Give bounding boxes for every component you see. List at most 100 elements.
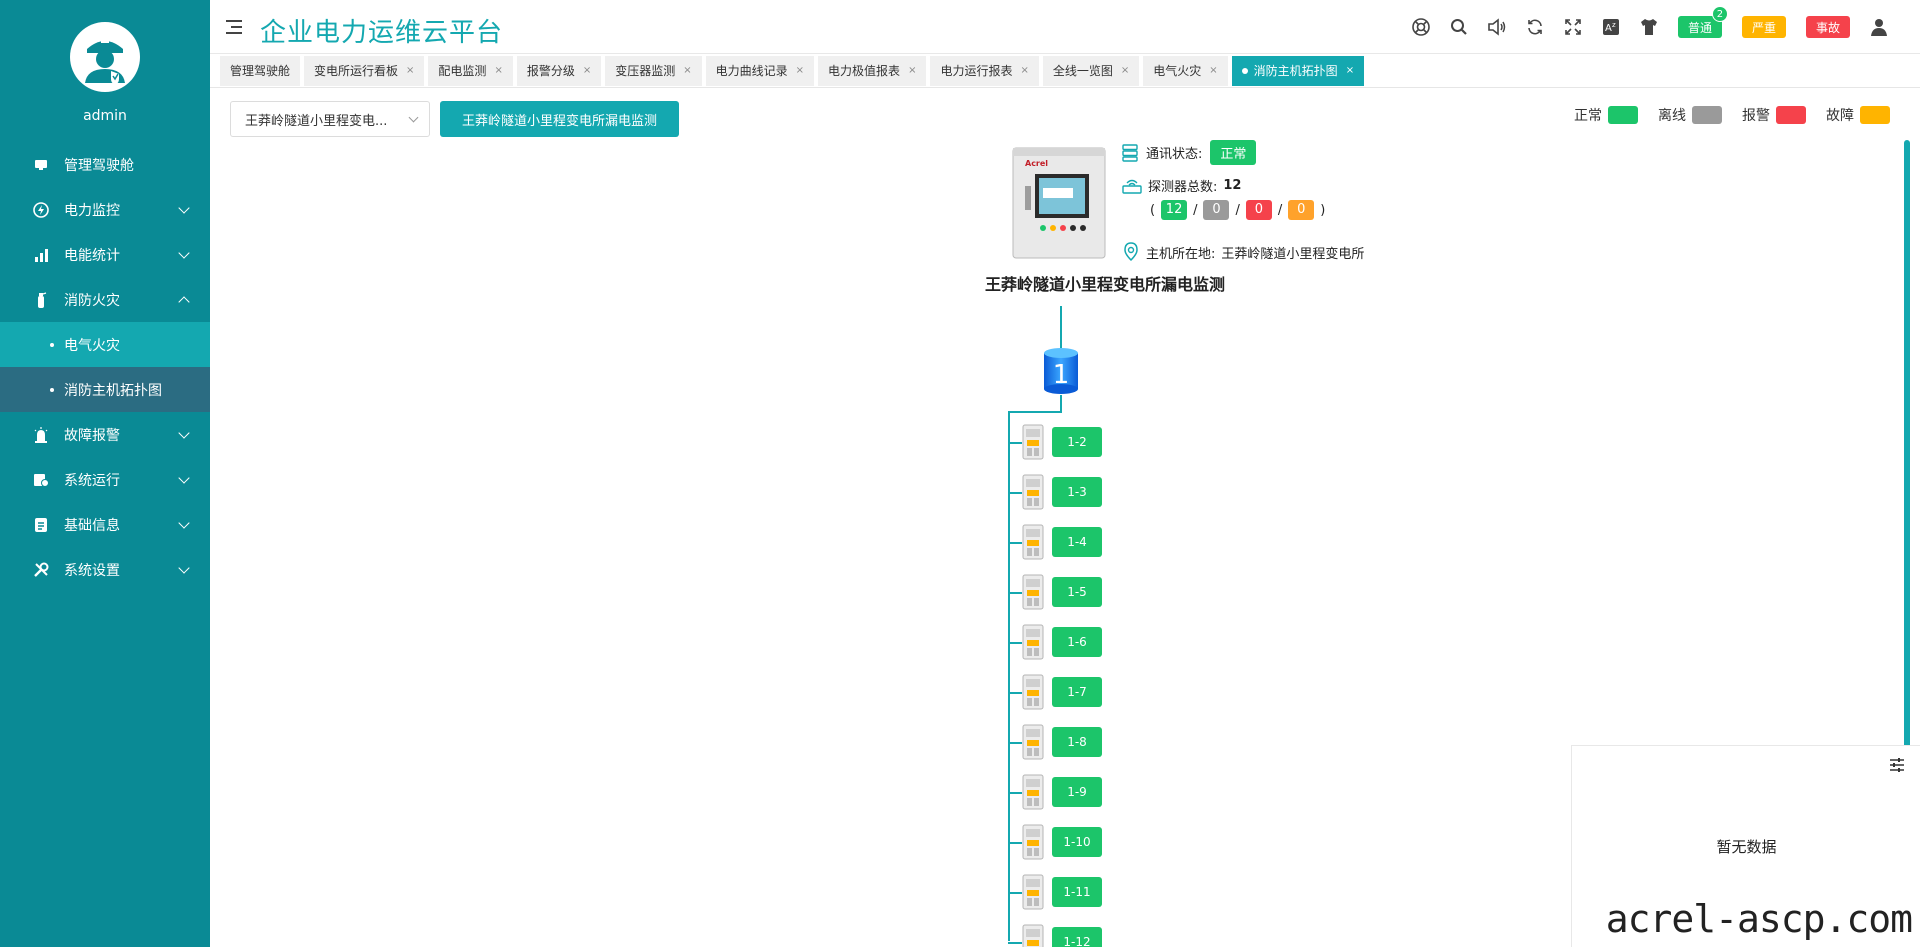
tab-5[interactable]: 电力曲线记录 × [705,55,815,86]
user-icon[interactable] [1860,0,1898,54]
close-icon[interactable]: × [683,65,691,76]
alarm-normal-badge[interactable]: 普通 2 [1677,6,1728,38]
host-monitor-button[interactable]: 王莽岭隧道小里程变电所漏电监测 [440,101,680,137]
close-icon[interactable]: × [1020,65,1028,76]
detector-node-button[interactable]: 1-11 [1052,877,1102,907]
chevron-down-icon [178,562,190,574]
tab-6[interactable]: 电力极值报表 × [818,55,927,86]
avatar[interactable] [70,22,140,92]
fire-host-device-image[interactable]: Acrel [1011,146,1107,260]
close-icon[interactable]: × [494,65,502,76]
legend-item: 故障 [1826,105,1890,125]
detector-node-button[interactable]: 1-6 [1052,627,1102,657]
tab-label: 电力运行报表 [940,64,1013,78]
detector-device-icon[interactable] [1020,824,1046,860]
detector-device-icon[interactable] [1020,924,1046,947]
alarm-accident-label: 事故 [1815,20,1840,35]
detector-device-icon[interactable] [1020,724,1046,760]
sidebar-subitem-fire-topology[interactable]: 消防主机拓扑图 [0,367,210,412]
comm-status-label: 通讯状态: [1146,147,1203,162]
legend-label: 离线 [1658,108,1686,124]
fullscreen-icon[interactable] [1554,0,1592,54]
tab-9[interactable]: 电气火灾 × [1143,55,1228,86]
detector-node-button[interactable]: 1-7 [1052,677,1102,707]
close-icon[interactable]: × [796,65,804,76]
sidebar-item-fault-alarm[interactable]: 故障报警 [0,412,210,457]
legend-item: 报警 [1742,105,1806,125]
status-legend: 正常 离线 报警 故障 [1554,105,1890,125]
refresh-icon[interactable] [1516,0,1554,54]
search-icon[interactable] [1440,0,1478,54]
detector-node-button[interactable]: 1-12 [1052,927,1102,947]
detector-node-button[interactable]: 1-8 [1052,727,1102,757]
sidebar-item-power-monitor[interactable]: 电力监控 [0,187,210,232]
close-icon[interactable]: × [583,65,591,76]
detector-device-icon[interactable] [1020,674,1046,710]
detector-node-button[interactable]: 1-9 [1052,777,1102,807]
sidebar-item-energy-stats[interactable]: 电能统计 [0,232,210,277]
detector-device-icon[interactable] [1020,574,1046,610]
detector-node: 1-4 [1020,522,1102,562]
detector-node-button[interactable]: 1-2 [1052,427,1102,457]
sidebar-item-fire[interactable]: 消防火灾 [0,277,210,322]
bus-branch-line [1008,411,1062,413]
close-icon[interactable]: × [1346,65,1354,76]
detector-device-icon[interactable] [1020,524,1046,560]
sidebar-item-label: 电能统计 [64,247,120,264]
sidebar-item-system-run[interactable]: 系统运行 [0,457,210,502]
menu-toggle-icon[interactable] [226,20,242,34]
sidebar-item-basic-info[interactable]: 基础信息 [0,502,210,547]
volume-icon[interactable] [1478,0,1516,54]
detector-node-button[interactable]: 1-5 [1052,577,1102,607]
tab-7[interactable]: 电力运行报表 × [930,55,1039,86]
sidebar-subitem-electrical-fire[interactable]: 电气火灾 [0,322,210,367]
detector-device-icon[interactable] [1020,624,1046,660]
tab-4[interactable]: 变压器监测 × [605,55,702,86]
bus-cylinder-icon[interactable]: 1 [1043,347,1079,395]
font-size-icon[interactable]: Az [1592,0,1630,54]
detector-device-icon[interactable] [1020,424,1046,460]
alarm-serious-badge[interactable]: 严重 [1741,16,1786,38]
tab-3[interactable]: 报警分级 × [516,55,602,86]
theme-shirt-icon[interactable] [1630,0,1668,54]
worker-avatar-icon [85,37,125,85]
detector-node-button[interactable]: 1-4 [1052,527,1102,557]
detector-device-icon[interactable] [1020,774,1046,810]
detector-device-icon[interactable] [1020,474,1046,510]
count-alarm: 0 [1245,200,1272,220]
tab-8[interactable]: 全线一览图 × [1042,55,1140,86]
tab-2[interactable]: 配电监测 × [428,55,513,86]
tab-10[interactable]: 消防主机拓扑图 × [1231,55,1365,86]
detector-device-icon[interactable] [1020,874,1046,910]
trunk-line [1008,411,1010,941]
count-normal: 12 [1161,200,1188,220]
extinguisher-icon [32,291,50,309]
tab-1[interactable]: 变电所运行看板 × [304,55,425,86]
detector-node: 1-10 [1020,822,1102,862]
legend-swatch [1860,106,1890,124]
legend-swatch [1608,106,1638,124]
detector-node-button[interactable]: 1-3 [1052,477,1102,507]
sidebar-item-system-settings[interactable]: 系统设置 [0,547,210,592]
substation-select[interactable]: 王莽岭隧道小里程变电... [230,101,430,137]
close-icon[interactable]: × [908,65,916,76]
detector-node: 1-11 [1020,872,1102,912]
sidebar-item-cockpit[interactable]: 管理驾驶舱 [0,142,210,187]
close-icon[interactable]: × [1121,65,1129,76]
location-pin-icon [1124,242,1138,262]
host-to-bus-line [1060,306,1062,348]
sidebar: admin 管理驾驶舱 电力监控 电能统计 消防火灾 电气火灾 消防主机拓扑图 … [0,0,210,947]
close-icon[interactable]: × [406,65,414,76]
alarm-accident-badge[interactable]: 事故 [1805,16,1850,38]
host-name: 王莽岭隧道小里程变电所漏电监测 [985,275,1226,294]
tab-0[interactable]: 管理驾驶舱 [220,55,301,86]
detector-node: 1-12 [1020,922,1102,947]
detector-node: 1-3 [1020,472,1102,512]
detector-node-button[interactable]: 1-10 [1052,827,1102,857]
help-lifebuoy-icon[interactable] [1402,0,1440,54]
detector-total-value: 12 [1223,178,1242,193]
sidebar-item-label: 基础信息 [64,517,120,534]
sliders-settings-icon[interactable] [1888,756,1906,774]
close-icon[interactable]: × [1209,65,1217,76]
svg-text:A: A [1605,23,1612,34]
